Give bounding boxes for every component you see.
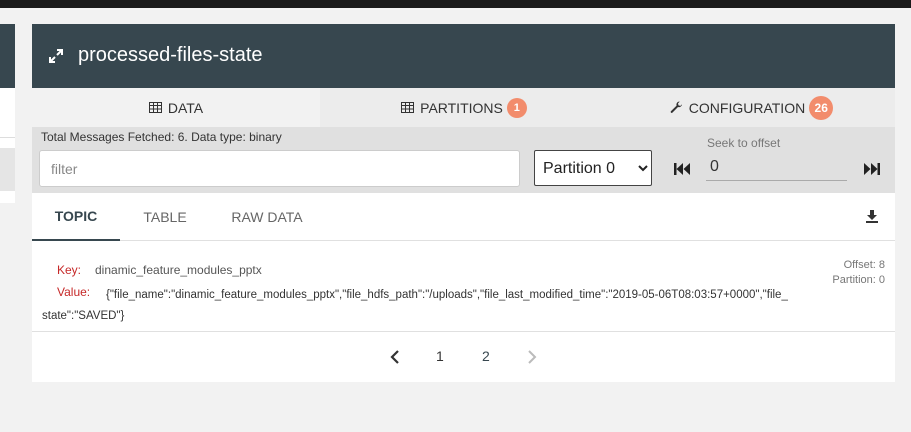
chevron-right-icon[interactable] (525, 349, 539, 365)
top-bar (0, 0, 911, 8)
tab-configuration-label: CONFIGURATION (688, 99, 806, 116)
panel-tabs: DATA PARTITIONS 1 CONFIGURATION 26 (32, 88, 895, 127)
pagination: 1 2 (32, 342, 895, 374)
table-icon (401, 102, 415, 113)
subtab-topic[interactable]: TOPIC (32, 193, 120, 241)
filter-input[interactable] (39, 150, 520, 187)
total-messages-text: Total Messages Fetched: 6. Data type: bi… (41, 130, 282, 144)
message-offset: Offset: 8 (843, 259, 885, 271)
expand-icon[interactable] (48, 48, 64, 64)
left-panel-header (0, 24, 15, 88)
panel-title: processed-files-state (78, 44, 263, 66)
download-icon[interactable] (865, 209, 879, 223)
skip-to-last-icon[interactable] (862, 161, 882, 177)
message-key: dinamic_feature_modules_pptx (95, 263, 262, 277)
partitions-count-badge: 1 (506, 97, 527, 118)
page-1-link[interactable]: 1 (436, 348, 444, 364)
message-partition: Partition: 0 (832, 274, 885, 286)
seek-to-offset-label: Seek to offset (707, 136, 781, 150)
message-toolbar: Total Messages Fetched: 6. Data type: bi… (32, 127, 895, 193)
subtab-raw-data[interactable]: RAW DATA (212, 193, 322, 241)
view-subtabs: TOPIC TABLE RAW DATA (32, 193, 895, 241)
tab-partitions-label: PARTITIONS (420, 99, 503, 116)
tab-data-label: DATA (167, 99, 204, 116)
topic-panel: processed-files-state DATA PARTITIONS 1 (32, 24, 895, 382)
message-value: {"file_name":"dinamic_feature_modules_pp… (42, 289, 788, 322)
tab-data[interactable]: DATA (32, 88, 320, 127)
configuration-count-badge: 26 (809, 95, 834, 120)
page-2-link[interactable]: 2 (482, 348, 490, 364)
seek-offset-input[interactable] (706, 154, 847, 181)
panel-header: processed-files-state (32, 24, 895, 88)
skip-to-first-icon[interactable] (672, 161, 692, 177)
chevron-left-icon[interactable] (388, 349, 402, 365)
left-panel-divider (0, 137, 15, 138)
left-panel-toolbar (0, 148, 15, 191)
tab-partitions[interactable]: PARTITIONS 1 (320, 88, 608, 127)
message-row: Key: dinamic_feature_modules_pptx Value:… (32, 242, 895, 332)
wrench-icon (670, 101, 682, 113)
partition-select[interactable]: Partition 0 (534, 150, 652, 186)
tab-configuration[interactable]: CONFIGURATION 26 (608, 88, 895, 127)
subtab-table[interactable]: TABLE (120, 193, 210, 241)
table-icon (148, 102, 162, 113)
key-label: Key: (57, 263, 82, 277)
